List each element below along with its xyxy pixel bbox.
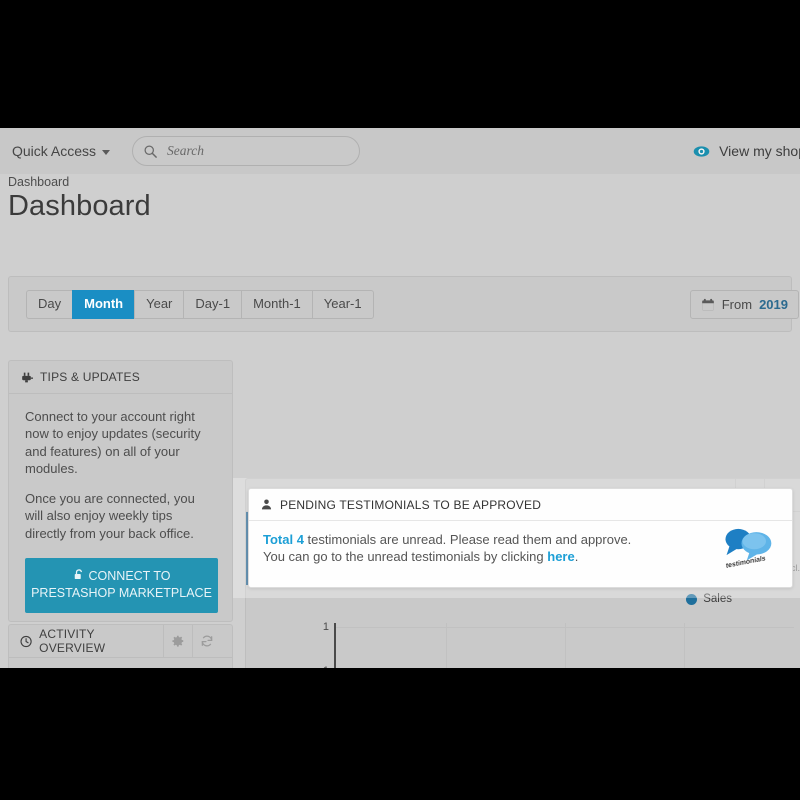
tips-panel-header: TIPS & UPDATES [9,361,232,394]
tips-panel-body: Connect to your account right now to enj… [9,394,232,627]
activity-refresh-button[interactable] [192,624,221,658]
chart-y-tick-label: 1 [323,665,329,668]
user-icon [261,499,272,510]
browser-viewport: Quick Access View my shop Dashb [0,128,800,668]
top-header-bar: Quick Access View my shop [0,128,800,174]
testimonials-panel-title: PENDING TESTIMONIALS TO BE APPROVED [280,497,542,512]
unlock-icon [74,569,82,579]
date-range-button-group: Day Month Year Day-1 Month-1 Year-1 [26,290,374,320]
view-my-shop-label: View my shop [719,143,800,159]
legend-label-sales: Sales [703,593,732,605]
connect-to-marketplace-label: CONNECT TO PRESTASHOP MARKETPLACE [31,568,212,600]
testimonials-line-2: You can go to the unread testimonials by… [263,549,778,566]
date-from-prefix: From [721,297,753,312]
clock-icon [20,635,32,647]
activity-overview-panel: ACTIVITY OVERVIEW [8,624,233,668]
activity-settings-button[interactable] [163,624,192,658]
search-box[interactable] [132,136,361,166]
testimonials-line-2-prefix: You can go to the unread testimonials by… [263,548,548,564]
activity-panel-title: ACTIVITY OVERVIEW [39,627,106,655]
breadcrumb: Dashboard [8,175,70,189]
date-from-field[interactable]: From 2019 [689,290,799,319]
connect-to-marketplace-button[interactable]: CONNECT TO PRESTASHOP MARKETPLACE [25,557,218,613]
date-range-button-day-1[interactable]: Day-1 [183,290,242,320]
date-range-button-year-1[interactable]: Year-1 [311,290,374,320]
unread-testimonials-link[interactable]: here [547,549,574,564]
pending-testimonials-panel: PENDING TESTIMONIALS TO BE APPROVED Tota… [248,488,793,588]
testimonials-logo-icon: testimonials [725,528,772,569]
date-from-value: 2019 [759,297,788,312]
testimonials-total-count: Total 4 [263,532,304,547]
refresh-icon [201,635,213,647]
testimonials-panel-header: PENDING TESTIMONIALS TO BE APPROVED [249,489,792,521]
sales-chart: Sales 11 [246,585,800,668]
testimonials-line-1-rest: testimonials are unread. Please read the… [303,532,632,547]
screenshot-stage: Quick Access View my shop Dashb [0,0,800,800]
chart-gridline-vertical [684,623,686,668]
calendar-icon [701,298,714,311]
testimonials-panel-body: Total 4 testimonials are unread. Please … [249,521,792,577]
chart-legend: Sales [686,593,732,605]
date-range-button-month[interactable]: Month [72,290,135,320]
date-range-button-year[interactable]: Year [134,290,184,320]
tips-paragraph-1: Connect to your account right now to enj… [25,409,201,476]
tips-panel-title: TIPS & UPDATES [40,370,140,384]
testimonials-line-2-suffix: . [574,548,579,564]
plug-icon [22,372,33,382]
chevron-down-icon [102,149,111,155]
search-icon [144,145,157,158]
date-range-button-day[interactable]: Day [26,290,73,320]
tips-paragraph-2: Once you are connected, you will also en… [25,491,195,541]
chart-gridline-vertical [565,623,566,668]
svg-text:testimonials: testimonials [725,555,766,569]
eye-icon [693,145,710,157]
view-my-shop-button[interactable]: View my shop [693,143,800,160]
chart-y-tick-label: 1 [322,620,329,633]
tips-and-updates-panel: TIPS & UPDATES Connect to your account r… [8,360,233,622]
date-filter-toolbar: Day Month Year Day-1 Month-1 Year-1 From 2019 [8,276,799,332]
activity-panel-actions [163,624,221,658]
legend-color-swatch-sales [686,593,698,605]
quick-access-label: Quick Access [12,143,97,159]
page-title: Dashboard [8,190,151,222]
gear-icon [172,635,184,647]
activity-panel-header: ACTIVITY OVERVIEW [9,624,232,658]
date-range-button-month-1[interactable]: Month-1 [241,290,312,320]
chart-plot-area: 11 [323,621,794,668]
testimonials-line-1: Total 4 testimonials are unread. Please … [263,532,778,549]
quick-access-menu[interactable]: Quick Access [12,143,111,159]
search-input[interactable] [167,143,350,159]
chart-gridline-vertical [445,623,447,668]
